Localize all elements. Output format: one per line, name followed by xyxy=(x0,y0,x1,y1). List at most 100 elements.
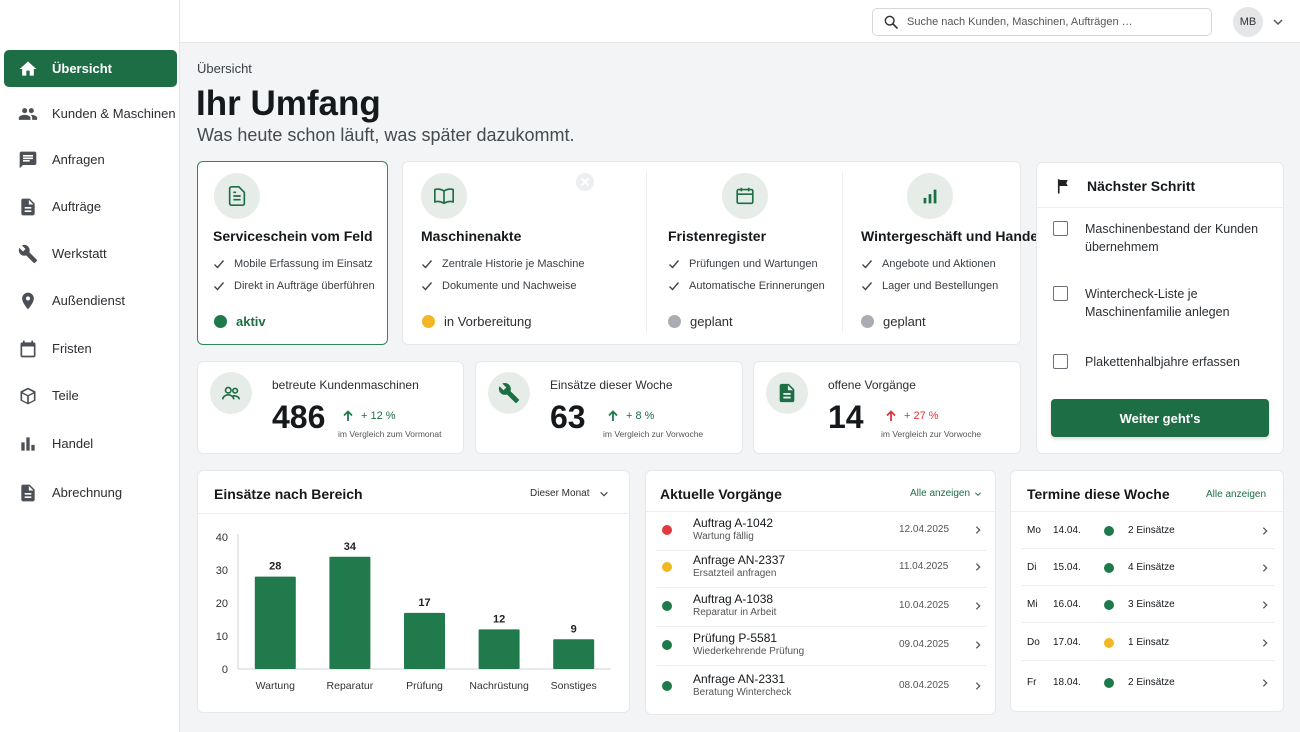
search-icon xyxy=(884,15,898,29)
sidebar-item-teile[interactable]: Teile xyxy=(4,377,177,414)
status-dot xyxy=(662,562,672,572)
sidebar-item-handel[interactable]: Handel xyxy=(4,425,177,462)
bar-value-label: 34 xyxy=(344,541,357,553)
bar-value-label: 17 xyxy=(418,597,430,609)
search-box[interactable] xyxy=(872,8,1212,36)
y-tick-label: 20 xyxy=(216,598,228,610)
stat-card-kundenmaschinen: betreute Kundenmaschinen 486 + 12 % im V… xyxy=(197,361,464,454)
module-feature: Lager und Bestellungen xyxy=(861,280,998,292)
status-dot xyxy=(668,315,681,328)
list-item[interactable]: Mo 14.04. 2 Einsätze xyxy=(1011,523,1285,539)
module-card-serviceschein[interactable]: Serviceschein vom Feld Mobile Erfassung … xyxy=(197,161,388,345)
termine-panel: Termine diese Woche Alle anzeigen Mo 14.0… xyxy=(1010,470,1285,712)
appointment-count: 1 Einsatz xyxy=(1128,637,1170,648)
sidebar-item-label: Handel xyxy=(52,436,94,451)
list-item-text: Anfrage AN-2337 Ersatzteil anfragen xyxy=(693,553,785,579)
divider xyxy=(198,513,631,514)
date-label: 17.04. xyxy=(1053,637,1081,648)
module-feature: Angebote und Aktionen xyxy=(861,258,996,270)
bar-chart: 0 10 20 30 40 28 Wartung 34 Reparatur 17 Prüfung 12… xyxy=(216,532,611,692)
sidebar-item-anfragen[interactable]: Anfragen xyxy=(4,141,177,178)
arrow-up-icon xyxy=(343,410,353,421)
period-dropdown[interactable]: Dieser Monat xyxy=(530,488,609,499)
list-item[interactable]: Auftrag A-1038 Reparatur in Arbeit 10.04.2… xyxy=(646,592,997,624)
status-dot xyxy=(214,315,227,328)
chevron-right-icon xyxy=(1262,679,1268,687)
stat-card-einsaetze: Einsätze dieser Woche 63 + 8 % im Vergle… xyxy=(475,361,743,454)
checklist-item[interactable]: Plakettenhalbjahre erfassen xyxy=(1053,353,1273,371)
list-item-date: 10.04.2025 xyxy=(899,600,950,611)
bar-chart-icon xyxy=(21,436,35,451)
list-item-date: 08.04.2025 xyxy=(899,680,950,691)
list-item[interactable]: Prüfung P-5581 Wiederkehrende Prüfung 09.0… xyxy=(646,631,997,663)
sidebar-item-auftraege[interactable]: Aufträge xyxy=(4,188,177,225)
status-badge: geplant xyxy=(668,314,733,329)
check-icon xyxy=(862,282,873,291)
x-tick-label: Wartung xyxy=(256,680,295,692)
topbar: MB xyxy=(180,0,1300,43)
book-icon xyxy=(434,188,454,205)
checklist-item[interactable]: Wintercheck-Liste je Maschinenfamilie an… xyxy=(1053,285,1273,321)
y-tick-label: 10 xyxy=(216,631,228,643)
date-label: 18.04. xyxy=(1053,677,1081,688)
arrow-up-icon xyxy=(886,410,896,421)
home-icon xyxy=(19,61,37,76)
divider xyxy=(1021,622,1275,623)
list-item-title: Anfrage AN-2337 xyxy=(693,553,786,567)
chevron-right-icon xyxy=(975,641,981,649)
module-icon-wrap xyxy=(214,173,260,219)
module-feature: Prüfungen und Wartungen xyxy=(668,258,818,270)
divider xyxy=(1011,511,1285,512)
avatar[interactable]: MB xyxy=(1233,7,1263,37)
stat-note: im Vergleich zur Vorwoche xyxy=(881,429,982,439)
list-item[interactable]: Di 15.04. 4 Einsätze xyxy=(1011,560,1285,576)
divider xyxy=(1037,207,1285,208)
close-icon[interactable] xyxy=(575,172,595,192)
module-feature: Mobile Erfassung im Einsatz xyxy=(213,258,373,270)
list-item-title: Anfrage AN-2331 xyxy=(693,672,786,686)
sidebar-item-uebersicht[interactable]: Übersicht xyxy=(4,50,177,87)
checkbox[interactable] xyxy=(1053,221,1068,236)
sidebar-item-abrechnung[interactable]: Abrechnung xyxy=(4,474,177,511)
list-item[interactable]: Anfrage AN-2337 Ersatzteil anfragen 11.04.… xyxy=(646,553,997,585)
divider xyxy=(1021,660,1275,661)
list-item[interactable]: Anfrage AN-2331 Beratung Wintercheck 08.04… xyxy=(646,672,997,704)
sidebar-item-label: Anfragen xyxy=(52,152,105,167)
status-dot xyxy=(662,601,672,611)
sidebar-item-aussendienst[interactable]: Außendienst xyxy=(4,282,177,319)
checkbox[interactable] xyxy=(1053,286,1068,301)
x-tick-label: Sonstiges xyxy=(551,680,597,692)
stat-change: + 12 % xyxy=(342,410,396,422)
chevron-right-icon xyxy=(975,526,981,534)
sidebar-item-kunden-maschinen[interactable]: Kunden & Maschinen xyxy=(4,95,177,132)
continue-button[interactable]: Weiter geht's xyxy=(1051,399,1269,437)
document-icon xyxy=(779,383,795,403)
show-all-link[interactable]: Alle anzeigen xyxy=(910,488,982,499)
arrow-up-icon xyxy=(608,410,618,421)
chat-icon xyxy=(19,151,37,168)
check-icon xyxy=(214,282,225,291)
status-dot xyxy=(861,315,874,328)
x-tick-label: Nachrüstung xyxy=(469,680,529,692)
checklist-item[interactable]: Maschinenbestand der Kunden übernehmem xyxy=(1053,220,1273,256)
show-all-link[interactable]: Alle anzeigen xyxy=(1206,489,1266,500)
checkbox[interactable] xyxy=(1053,354,1068,369)
day-label: Di xyxy=(1027,562,1037,573)
stat-label: betreute Kundenmaschinen xyxy=(272,378,419,392)
day-label: Fr xyxy=(1027,677,1037,688)
stat-value: 63 xyxy=(550,399,586,435)
sidebar-item-label: Aufträge xyxy=(52,199,102,214)
appointment-count: 4 Einsätze xyxy=(1128,562,1175,573)
date-label: 15.04. xyxy=(1053,562,1081,573)
list-item[interactable]: Do 17.04. 1 Einsatz xyxy=(1011,635,1285,651)
search-input[interactable] xyxy=(907,16,1197,28)
list-item[interactable]: Fr 18.04. 2 Einsätze xyxy=(1011,675,1285,691)
sidebar-item-werkstatt[interactable]: Werkstatt xyxy=(4,235,177,272)
sidebar-item-fristen[interactable]: Fristen xyxy=(4,330,177,367)
chevron-down-icon[interactable] xyxy=(1272,16,1284,28)
chevron-down-icon xyxy=(600,491,609,497)
chart-panel-title: Einsätze nach Bereich xyxy=(214,486,363,502)
people-icon xyxy=(18,107,38,120)
list-item[interactable]: Mi 16.04. 3 Einsätze xyxy=(1011,597,1285,613)
list-item[interactable]: Auftrag A-1042 Wartung fällig 12.04.2025 xyxy=(646,516,997,548)
